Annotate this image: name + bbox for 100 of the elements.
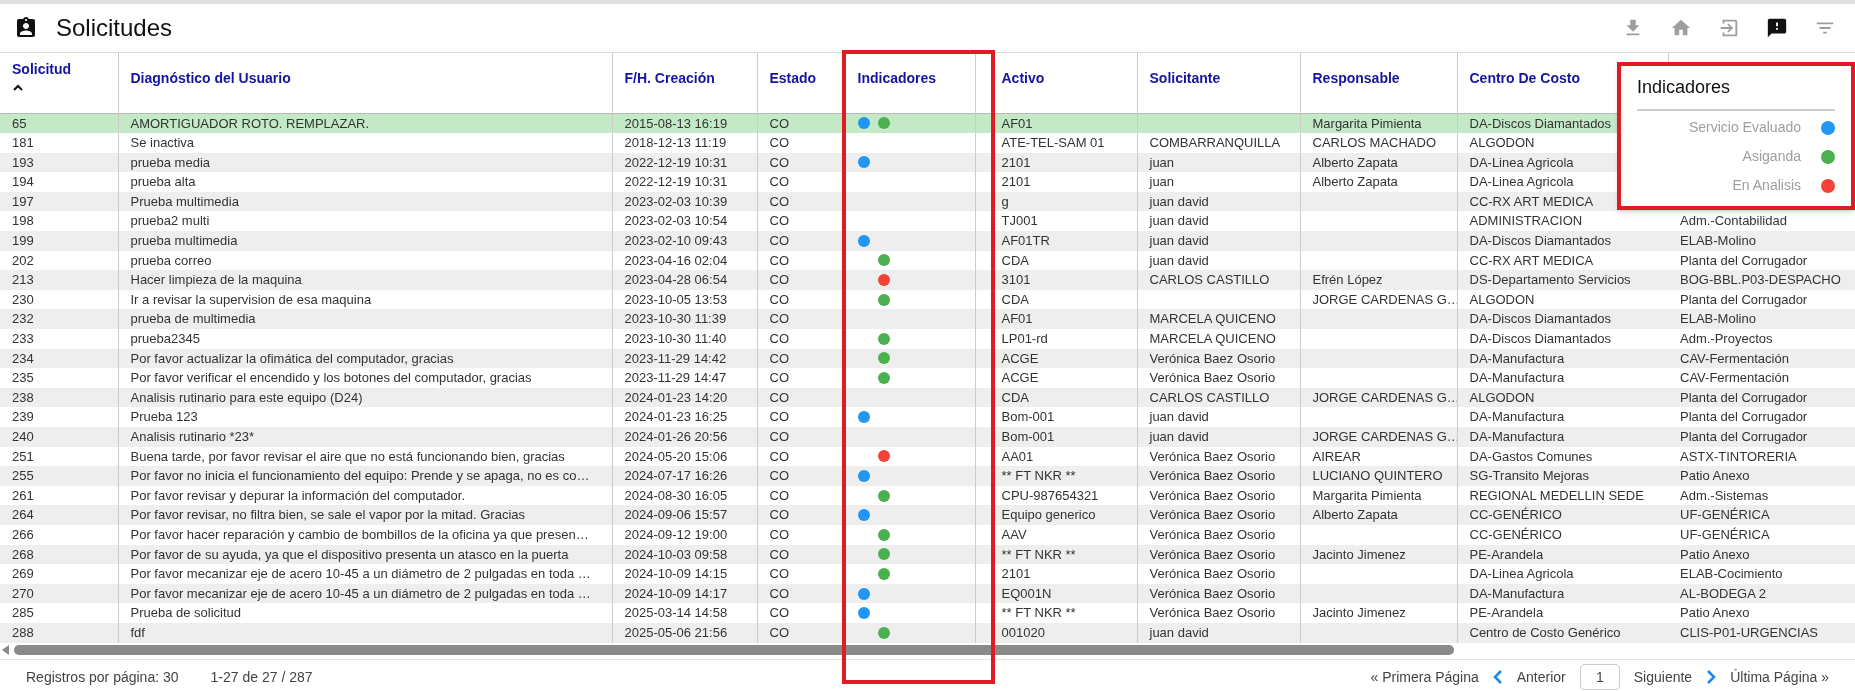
table-cell: 238 [12, 389, 34, 405]
table-cell: DA-Manufactura [1469, 429, 1565, 444]
table-cell: AF01 [1001, 311, 1033, 327]
column-header[interactable]: Responsable [1312, 70, 1400, 86]
table-cell: CO [769, 389, 789, 405]
table-cell: ALGODON [1469, 291, 1535, 307]
table-cell: Prueba 123 [130, 409, 198, 425]
table-cell: Verónica Baez Osorio [1149, 605, 1276, 621]
table-cell: ALGODON [1469, 135, 1535, 151]
chevron-left-icon[interactable] [1492, 669, 1503, 686]
table-cell: 255 [12, 468, 34, 484]
table-cell: ** FT NKR ** [1001, 605, 1076, 621]
table-cell: 2023-04-28 06:54 [624, 272, 728, 288]
table-cell: 2023-10-30 11:40 [624, 331, 727, 347]
table-cell: MARCELA QUICENO [1149, 311, 1276, 327]
table-row[interactable]: 285 Prueba de solicitud 2025-03-14 14:58 CO ** FT NKR ** Verónica Baez Osorio Jacinto Jimenez PE-Arandela Patio Anexo [0, 603, 1855, 623]
table-cell: prueba de multimedia [130, 311, 256, 327]
column-header[interactable]: Solicitante [1149, 70, 1221, 86]
table-cell: 2023-11-29 14:42 [624, 350, 727, 366]
exit-icon [1718, 17, 1740, 39]
column-header[interactable]: Solicitud [12, 61, 72, 77]
table-cell: prueba2 multi [130, 213, 210, 229]
table-cell: CARLOS CASTILLO [1149, 272, 1270, 288]
table-cell: 2101 [1001, 154, 1031, 170]
previous-link[interactable]: Anterior [1516, 666, 1566, 688]
table-cell: ELAB-Molino [1680, 233, 1756, 249]
table-cell: REGIONAL MEDELLIN SEDE [1469, 487, 1644, 503]
column-header[interactable]: Activo [1001, 70, 1045, 86]
column-header[interactable]: F/H. Creación [624, 70, 715, 86]
table-row[interactable]: 264 Por favor revisar, no filtra bien, se sale el vapor por la mitad. Gracias 2024-09-06 15:57 CO Equipo generico Verónica Baez Osorio Alberto Zapata CC-GENÉRICO UF-GENÉRICA [0, 505, 1855, 525]
table-cell: CO [769, 585, 789, 601]
table-row[interactable]: 198 prueba2 multi 2023-02-03 10:54 CO TJ001 juan david ADMINISTRACION Adm.-Contabilidad [0, 211, 1855, 232]
column-header[interactable]: Diagnóstico del Usuario [130, 70, 291, 86]
table-cell: 2024-01-26 20:56 [624, 429, 728, 444]
table-cell: Jacinto Jimenez [1312, 546, 1406, 562]
chevron-right-icon[interactable] [1706, 669, 1717, 686]
feedback-icon [1766, 17, 1788, 39]
scrollbar-thumb[interactable] [14, 644, 1454, 655]
table-cell: 2015-08-13 16:19 [624, 115, 728, 131]
scroll-left-icon[interactable] [2, 644, 10, 655]
table-cell: 2024-10-09 14:15 [624, 566, 728, 582]
last-page-link[interactable]: Última Página » [1730, 666, 1829, 688]
column-header[interactable]: Indicadores [857, 70, 937, 86]
table-row[interactable]: 235 Por favor verificar el encendido y los botones del computador, gracias 2023-11-29 14:47 CO ACGE Verónica Baez Osorio DA-Manufactura CAV-Fermentación [0, 368, 1855, 388]
table-cell: Verónica Baez Osorio [1149, 546, 1276, 562]
table-cell: 2018-12-13 11:19 [624, 135, 727, 151]
page-input[interactable]: 1 [1579, 664, 1620, 691]
table-cell: 65 [12, 115, 27, 131]
table-row[interactable]: 199 prueba multimedia 2023-02-10 09:43 CO AF01TR juan david DA-Discos Diamantados ELAB-Molino [0, 231, 1855, 251]
table-cell: Verónica Baez Osorio [1149, 468, 1276, 484]
table-cell: Equipo generico [1001, 507, 1096, 523]
table-cell: Centro de Costo Genérico [1469, 624, 1621, 640]
table-cell: Verónica Baez Osorio [1149, 370, 1276, 386]
table-cell: 2024-07-17 16:26 [624, 468, 728, 484]
table-cell: ELAB-Molino [1680, 311, 1756, 327]
table-row[interactable]: 213 Hacer limpieza de la maquina 2023-04-28 06:54 CO 3101 CARLOS CASTILLO Efrén López DS-Departamento Servicios BOG-BBL.P03-DESPACHO [0, 270, 1855, 290]
table-cell: LUCIANO QUINTERO [1312, 468, 1443, 484]
table-cell: prueba correo [130, 252, 212, 268]
table-cell: PE-Arandela [1469, 546, 1544, 562]
table-cell: juan [1149, 174, 1175, 190]
first-page-link[interactable]: « Primera Página [1370, 666, 1479, 688]
table-cell: ALGODON [1469, 389, 1535, 405]
table-row[interactable]: 232 prueba de multimedia 2023-10-30 11:39 CO AF01 MARCELA QUICENO DA-Discos Diamantados ELAB-Molino [0, 309, 1855, 330]
table-cell: 261 [12, 487, 34, 503]
table-cell: UF-GENÉRICA [1680, 526, 1770, 542]
table-cell: 2101 [1001, 174, 1031, 190]
table-cell: CO [769, 468, 789, 484]
table-cell: 2023-02-03 10:39 [624, 193, 728, 209]
sort-ascending-icon[interactable] [12, 82, 24, 92]
table-cell: CO [769, 370, 789, 386]
table-cell: 270 [12, 585, 34, 601]
table-cell: 199 [12, 233, 34, 249]
table-row[interactable]: 255 Por favor no inicia el funcionamiento del equipo: Prende y se apaga, no es co… 2024-07-17 16:26 CO ** FT NKR ** Verónica Baez Osorio LUCIANO QUINTERO SG-Transito Mejoras Patio Anexo [0, 466, 1855, 486]
table-cell: CO [769, 566, 789, 582]
table-cell: juan [1149, 154, 1175, 170]
table-cell: CARLOS CASTILLO [1149, 389, 1270, 405]
table-row[interactable]: 239 Prueba 123 2024-01-23 16:25 CO Bom-001 juan david DA-Manufactura Planta del Corrugador [0, 407, 1855, 427]
table-cell: DA-Manufactura [1469, 370, 1565, 386]
table-cell: CC-GENÉRICO [1469, 526, 1562, 542]
table-cell: CO [769, 507, 789, 523]
table-cell: 2023-02-10 09:43 [624, 233, 728, 249]
table-cell: prueba alta [130, 174, 196, 190]
table-cell: CC-GENÉRICO [1469, 507, 1562, 523]
next-link[interactable]: Siguiente [1633, 666, 1693, 688]
table-cell: 2023-02-03 10:54 [624, 213, 728, 229]
table-cell: Bom-001 [1001, 429, 1055, 444]
table-row[interactable]: 233 prueba2345 2023-10-30 11:40 CO LP01-rd MARCELA QUICENO DA-Discos Diamantados Adm.-Proyectos [0, 329, 1855, 349]
table-cell: CAV-Fermentación [1680, 350, 1789, 366]
table-cell: 2023-04-16 02:04 [624, 252, 728, 268]
table-cell: EQ001N [1001, 585, 1052, 601]
column-header[interactable]: Centro De Costo [1469, 70, 1580, 86]
table-row[interactable]: 269 Por favor mecanizar eje de acero 10-45 a un diámetro de 2 pulgadas en toda … 2024-10-09 14:15 CO 2101 Verónica Baez Osorio DA-Linea Agricola ELAB-Cocimiento [0, 564, 1855, 584]
table-cell: LP01-rd [1001, 331, 1048, 347]
column-header[interactable]: Estado [769, 70, 817, 86]
table-cell: 2022-12-19 10:31 [624, 154, 728, 170]
table-cell: 2101 [1001, 566, 1031, 582]
table-cell: Verónica Baez Osorio [1149, 448, 1276, 464]
table-cell: 197 [12, 193, 34, 209]
table-cell: 264 [12, 507, 34, 523]
table-cell: CO [769, 487, 789, 503]
